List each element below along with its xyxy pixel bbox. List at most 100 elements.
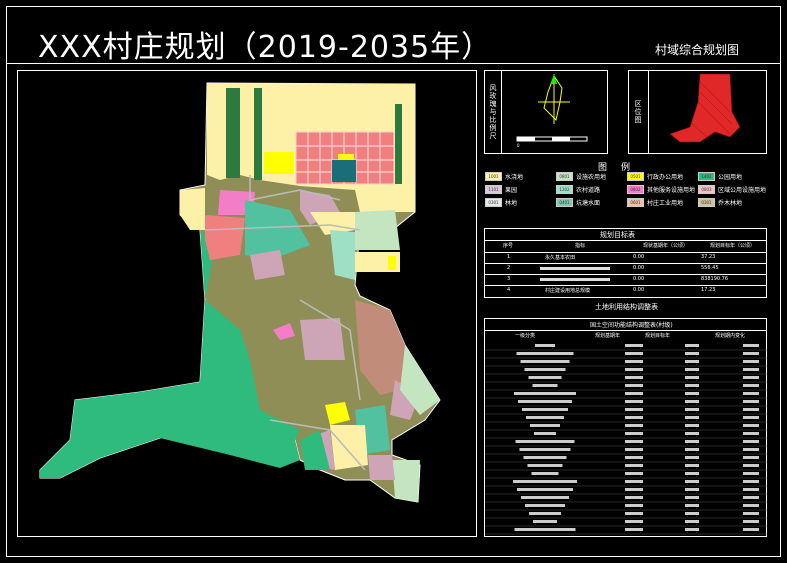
legend-swatch: 1101: [485, 185, 502, 194]
landuse-cell-bar: [685, 408, 699, 411]
landuse-cell-bar: [743, 392, 759, 395]
landuse-cell-bar: [625, 528, 643, 531]
yellow-small-east: [388, 256, 396, 270]
south-east-light: [392, 460, 420, 502]
legend-swatch: 0801: [556, 172, 573, 181]
targets-row: 3 0.00 838190.76: [485, 274, 767, 285]
landuse-title: 土地利用结构调整表: [595, 303, 658, 311]
landuse-cell-bar: [523, 456, 567, 459]
landuse-cell-bar: [625, 384, 643, 387]
legend-swatch: 0501: [627, 172, 644, 181]
landuse-cell-bar: [685, 344, 699, 347]
landuse-cell-bar: [685, 400, 699, 403]
legend-label: 坑塘水面: [576, 200, 601, 207]
landuse-cell-bar: [625, 424, 643, 427]
landuse-cell-bar: [685, 384, 699, 387]
legend-item: 0802 其他服务设施用地: [627, 185, 695, 194]
landuse-cell-bar: [743, 400, 759, 403]
legend-swatch: 0601: [627, 198, 644, 207]
landuse-cell-bar: [625, 504, 643, 507]
legend-swatch: 1202: [556, 185, 573, 194]
location-divider: [648, 70, 649, 154]
landuse-cell-bar: [685, 496, 699, 499]
targets-cell: 2: [507, 265, 511, 271]
targets-cell: 17.23: [701, 287, 716, 293]
landuse-cell-bar: [525, 504, 565, 507]
landuse-cell-bar: [524, 368, 566, 371]
landuse-cell-bar: [685, 528, 699, 531]
admin-yellow-2: [338, 154, 354, 160]
legend-label: 水浇地: [505, 174, 524, 181]
targets-cell: 0.00: [633, 276, 645, 282]
landuse-cell-bar: [515, 440, 575, 443]
landuse-cell-bar: [743, 464, 759, 467]
landuse-cell-bar: [625, 352, 643, 355]
legend-label: 林地: [505, 200, 518, 207]
landuse-cell-bar: [514, 392, 576, 395]
legend-swatch: 0401: [556, 198, 573, 207]
landuse-cell-bar: [625, 464, 643, 467]
legend-label: 区域公用设施用地: [718, 187, 767, 194]
landuse-cell-bar: [685, 440, 699, 443]
legend-label: 公园用地: [718, 174, 743, 181]
lu-col-3: 规划目标年: [645, 333, 671, 339]
legend-label: 行政办公用地: [647, 174, 684, 181]
landuse-cell-bar: [685, 416, 699, 419]
targets-header-cell: 规划目标年（公顷）: [710, 243, 756, 249]
landuse-cell-bar: [521, 496, 569, 499]
landuse-cell-bar: [625, 456, 643, 459]
targets-cell: 0.00: [633, 287, 645, 293]
legend-label: 农村道路: [576, 187, 601, 194]
landuse-cell-bar: [685, 480, 699, 483]
landuse-cell-bar: [743, 496, 759, 499]
landuse-cell-bar: [522, 408, 568, 411]
landuse-cell-bar: [685, 424, 699, 427]
lu-col-2: 规划基期年: [595, 333, 621, 339]
landuse-cell-bar: [743, 344, 759, 347]
legend-item: 0803 区域公用设施用地: [698, 185, 766, 194]
targets-redacted-bar: [540, 267, 610, 270]
landuse-cell-bar: [685, 352, 699, 355]
admin-yellow-1: [264, 152, 294, 174]
legend-item: 0601 村庄工业用地: [627, 198, 683, 207]
landuse-cell-bar: [685, 376, 699, 379]
landuse-cell-bar: [625, 344, 643, 347]
targets-cell: 0.00: [633, 254, 645, 260]
landuse-cell-bar: [743, 416, 759, 419]
landuse-cell-bar: [685, 392, 699, 395]
landuse-cell-bar: [625, 448, 643, 451]
landuse-cell-bar: [685, 464, 699, 467]
svg-text:0: 0: [517, 143, 520, 148]
forest-strip-1: [226, 88, 240, 178]
legend-swatch: 1001: [485, 172, 502, 181]
landuse-cell-bar: [743, 440, 759, 443]
landuse-cell-bar: [743, 448, 759, 451]
landuse-cell-bar: [625, 432, 643, 435]
targets-cell: 1: [507, 254, 511, 260]
targets-row: 4 村庄建设用地总规模 0.00 17.23: [485, 285, 767, 296]
landuse-cell-bar: [743, 352, 759, 355]
targets-cell: 37.23: [701, 254, 716, 260]
scale-bar: 0: [516, 136, 588, 148]
landuse-cell-bar: [625, 416, 643, 419]
landuse-cell-bar: [530, 424, 560, 427]
forest-strip-3: [395, 104, 402, 184]
landuse-cell-bar: [531, 472, 559, 475]
legend-item: 0401 坑塘水面: [556, 198, 600, 207]
landuse-cell-bar: [743, 376, 759, 379]
targets-cell: 永久基本农田: [545, 255, 576, 261]
inset-divider: [501, 70, 502, 154]
landuse-cell-bar: [516, 352, 574, 355]
landuse-cell-bar: [625, 480, 643, 483]
green-east: [355, 210, 400, 250]
wind-rose: [538, 74, 570, 124]
targets-redacted-bar: [540, 278, 610, 281]
landuse-cell-bar: [685, 432, 699, 435]
landuse-cell-bar: [534, 432, 556, 435]
targets-header-cell: 序号: [503, 243, 514, 249]
landuse-cell-bar: [685, 360, 699, 363]
targets-cell: 556.45: [701, 265, 719, 271]
map-subtitle: 村域综合规划图: [655, 43, 740, 57]
landuse-cell-bar: [533, 520, 557, 523]
south-mauve-2: [368, 455, 395, 480]
